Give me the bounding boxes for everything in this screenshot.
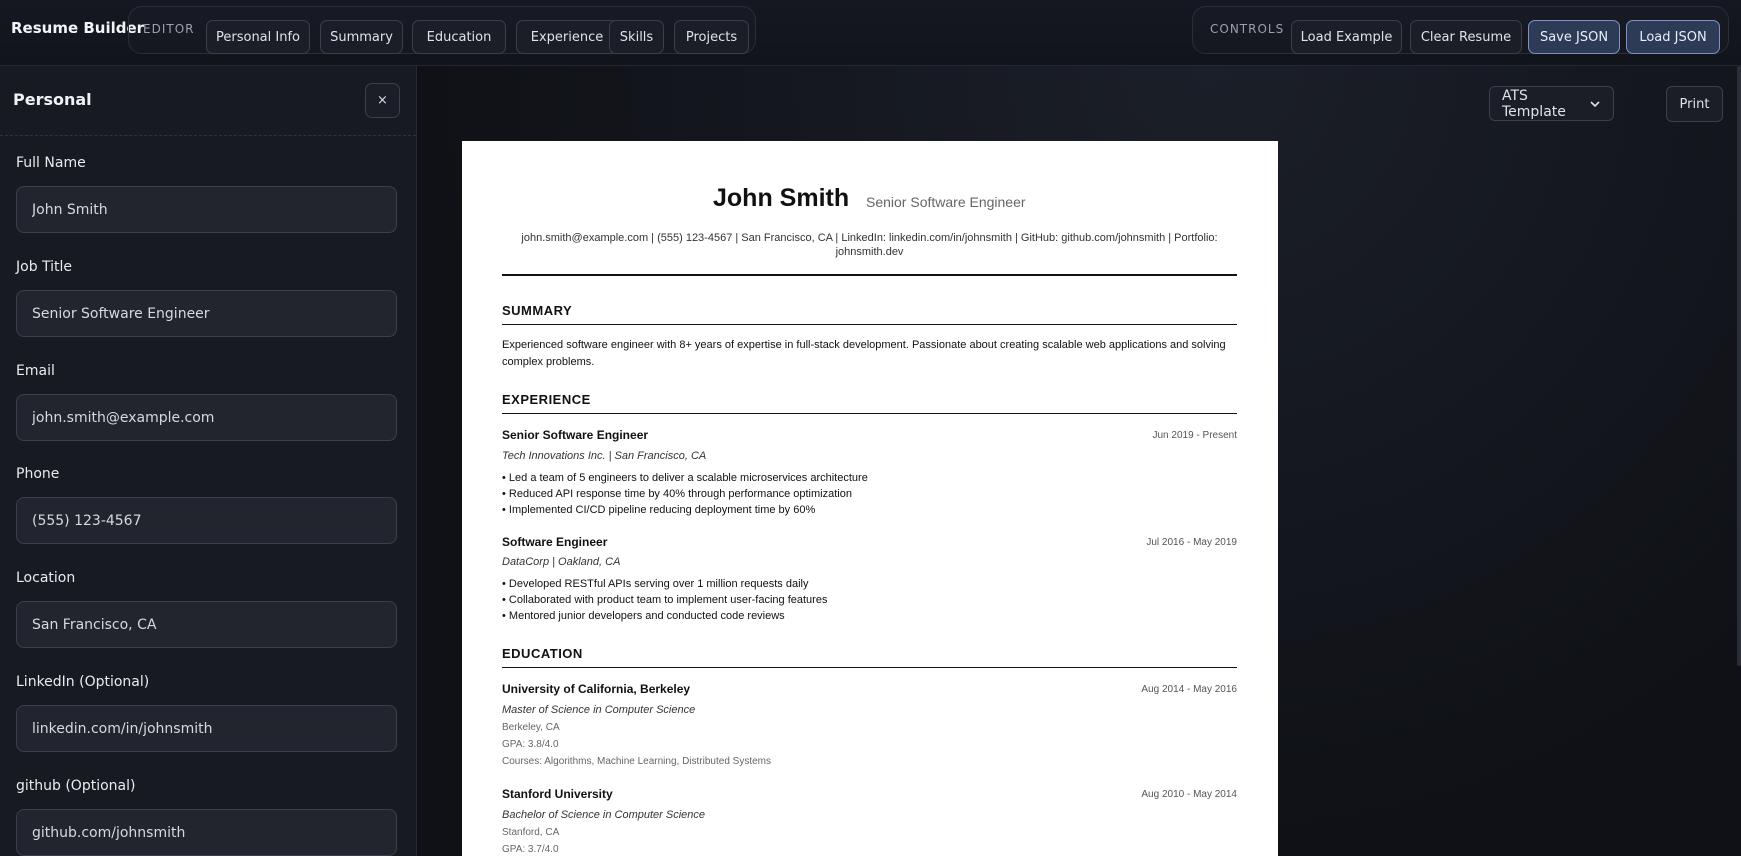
editor-nav-group: EDITOR Personal Info Summary Education E… [128, 6, 756, 54]
job-bullets: • Led a team of 5 engineers to deliver a… [502, 470, 1237, 518]
degree: Bachelor of Science in Computer Science [502, 809, 705, 821]
gpa: GPA: 3.8/4.0 [502, 739, 559, 750]
clear-resume-button[interactable]: Clear Resume [1410, 20, 1522, 54]
summary-heading: SUMMARY [502, 303, 1237, 325]
experience-heading: EXPERIENCE [502, 392, 1237, 414]
school-dates: Aug 2010 - May 2014 [1141, 789, 1237, 800]
github-label: github (Optional) [16, 778, 136, 794]
phone-input[interactable] [16, 497, 397, 544]
school-dates: Aug 2014 - May 2016 [1141, 684, 1237, 695]
resume-title: Senior Software Engineer [866, 194, 1026, 210]
job-dates: Jul 2016 - May 2019 [1146, 537, 1237, 548]
app-brand: Resume Builder [11, 19, 145, 37]
job-company: DataCorp | Oakland, CA [502, 556, 621, 568]
job-company: Tech Innovations Inc. | San Francisco, C… [502, 450, 707, 462]
list-item: • Implemented CI/CD pipeline reducing de… [502, 504, 816, 516]
load-json-button[interactable]: Load JSON [1626, 20, 1720, 54]
chevron-down-icon [1589, 98, 1601, 110]
job-title-label: Job Title [16, 259, 73, 275]
email-input[interactable] [16, 394, 397, 441]
education-heading: EDUCATION [502, 646, 1237, 668]
nav-personal-info-button[interactable]: Personal Info [206, 20, 310, 54]
list-item: • Led a team of 5 engineers to deliver a… [502, 472, 868, 484]
nav-projects-button[interactable]: Projects [674, 20, 749, 54]
resume-name: John Smith [713, 184, 850, 212]
job-title-input[interactable] [16, 290, 397, 337]
full-name-label: Full Name [16, 155, 86, 171]
controls-group: CONTROLS Load Example Clear Resume Save … [1192, 6, 1729, 54]
linkedin-input[interactable] [16, 705, 397, 752]
close-panel-button[interactable]: × [365, 83, 400, 118]
nav-experience-button[interactable]: Experience [516, 20, 618, 54]
github-input[interactable] [16, 809, 397, 856]
full-name-input[interactable] [16, 186, 397, 233]
resume-contact: john.smith@example.com | (555) 123-4567 … [521, 232, 1218, 258]
school-name: University of California, Berkeley [502, 682, 691, 696]
email-label: Email [16, 363, 55, 379]
personal-editor-panel: Personal × Full Name Job Title Email Pho… [0, 66, 417, 856]
list-item: • Collaborated with product team to impl… [502, 594, 828, 606]
resume-preview: John Smith Senior Software Engineer john… [462, 141, 1278, 856]
location-input[interactable] [16, 601, 397, 648]
phone-label: Phone [16, 466, 60, 482]
gpa: GPA: 3.7/4.0 [502, 844, 559, 855]
job-role: Software Engineer [502, 535, 608, 549]
panel-title: Personal [13, 90, 92, 109]
scrollbar[interactable] [1737, 66, 1741, 666]
nav-summary-button[interactable]: Summary [320, 20, 403, 54]
school-name: Stanford University [502, 787, 613, 801]
job-dates: Jun 2019 - Present [1152, 430, 1238, 441]
list-item: • Reduced API response time by 40% throu… [502, 488, 852, 500]
summary-text: Experienced software engineer with 8+ ye… [502, 339, 1226, 368]
location-label: Location [16, 570, 76, 586]
degree: Master of Science in Computer Science [502, 704, 696, 716]
nav-skills-button[interactable]: Skills [609, 20, 664, 54]
panel-header: Personal × [0, 66, 416, 136]
top-bar: Resume Builder EDITOR Personal Info Summ… [0, 0, 1741, 66]
template-select[interactable]: ATS Template [1489, 86, 1614, 121]
linkedin-label: LinkedIn (Optional) [16, 674, 150, 690]
controls-label: CONTROLS [1210, 22, 1285, 36]
job-role: Senior Software Engineer [502, 428, 649, 442]
list-item: • Mentored junior developers and conduct… [502, 610, 785, 622]
save-json-button[interactable]: Save JSON [1528, 20, 1620, 54]
print-button[interactable]: Print [1666, 86, 1723, 122]
load-example-button[interactable]: Load Example [1291, 20, 1402, 54]
header-divider [502, 274, 1237, 276]
template-select-value: ATS Template [1502, 87, 1566, 120]
nav-education-button[interactable]: Education [412, 20, 506, 54]
list-item: • Developed RESTful APIs serving over 1 … [502, 578, 809, 590]
school-location: Berkeley, CA [502, 722, 560, 733]
job-bullets: • Developed RESTful APIs serving over 1 … [502, 576, 1237, 624]
editor-label: EDITOR [143, 22, 195, 36]
school-location: Stanford, CA [502, 827, 560, 838]
courses: Courses: Algorithms, Machine Learning, D… [502, 756, 772, 767]
